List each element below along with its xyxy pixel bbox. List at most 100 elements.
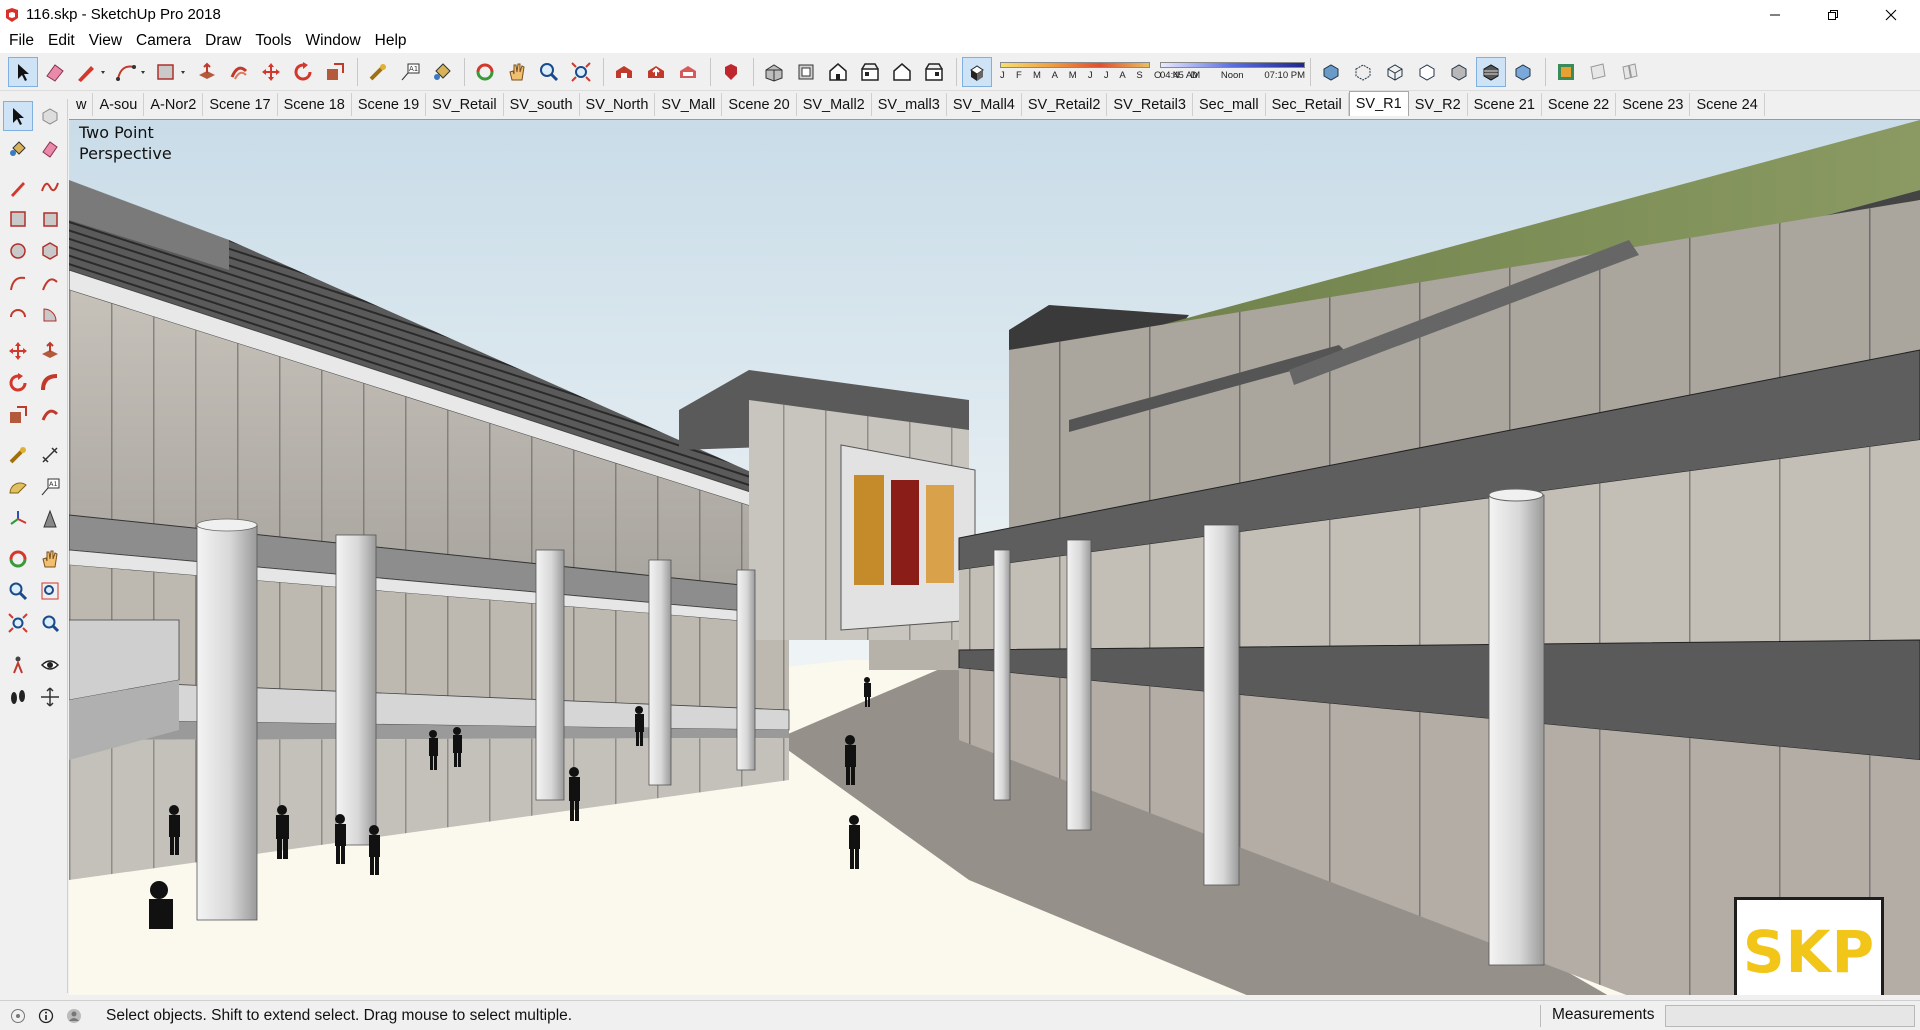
close-button[interactable] (1862, 0, 1920, 29)
scene-tab-sv-retail2[interactable]: SV_Retail2 (1022, 93, 1108, 116)
monochrome-style-button[interactable] (1508, 57, 1538, 87)
zoom-extents-button[interactable] (566, 57, 596, 87)
drawing-viewport[interactable]: Two Point Perspective SKP (69, 119, 1920, 995)
position-camera-tool[interactable] (3, 650, 33, 680)
walk-tool[interactable] (3, 682, 33, 712)
menu-view[interactable]: View (82, 29, 129, 53)
paint-bucket-tool[interactable] (3, 133, 33, 163)
extension-warehouse-button[interactable] (673, 57, 703, 87)
previous-view-tool[interactable] (35, 608, 65, 638)
left-view-button[interactable] (919, 57, 949, 87)
menu-draw[interactable]: Draw (198, 29, 248, 53)
rotate-tool[interactable] (3, 368, 33, 398)
protractor-tool[interactable] (3, 472, 33, 502)
credits-button[interactable] (36, 1006, 56, 1026)
scale-tool-button[interactable] (320, 57, 350, 87)
menu-edit[interactable]: Edit (41, 29, 82, 53)
rotate-tool-button[interactable] (288, 57, 318, 87)
tape-measure-button[interactable] (363, 57, 393, 87)
account-button[interactable] (64, 1006, 84, 1026)
right-view-button[interactable] (855, 57, 885, 87)
pie-tool[interactable] (35, 300, 65, 330)
arc-tool[interactable] (3, 268, 33, 298)
scene-tab-sv-mall4[interactable]: SV_Mall4 (947, 93, 1022, 116)
scene-tab-sv-mall2[interactable]: SV_Mall2 (797, 93, 872, 116)
axes-tool[interactable] (3, 504, 33, 534)
xray-style-button[interactable] (1316, 57, 1346, 87)
scene-tab-scene-24[interactable]: Scene 24 (1690, 93, 1765, 116)
minimize-button[interactable] (1746, 0, 1804, 29)
scene-tab-scene-22[interactable]: Scene 22 (1542, 93, 1617, 116)
section-plane-tool[interactable] (35, 682, 65, 712)
offset-tool-button[interactable] (224, 57, 254, 87)
3d-warehouse-button[interactable] (609, 57, 639, 87)
display-section-cuts-button[interactable] (1615, 57, 1645, 87)
shaded-style-button[interactable] (1444, 57, 1474, 87)
two-point-arc-tool[interactable] (35, 268, 65, 298)
pan-button[interactable] (502, 57, 532, 87)
scene-tab-sv-north[interactable]: SV_North (580, 93, 656, 116)
scene-tab-scene-17[interactable]: Scene 17 (203, 93, 278, 116)
hidden-line-style-button[interactable] (1412, 57, 1442, 87)
scene-tab-sv-south[interactable]: SV_south (504, 93, 580, 116)
move-tool-button[interactable] (256, 57, 286, 87)
text-tool[interactable]: A1 (35, 472, 65, 502)
geo-location-button[interactable] (8, 1006, 28, 1026)
scene-tab-scene-19[interactable]: Scene 19 (352, 93, 427, 116)
line-tool-button[interactable] (72, 57, 110, 87)
scene-tab-sv-retail[interactable]: SV_Retail (426, 93, 504, 116)
zoom-window-tool[interactable] (35, 576, 65, 606)
menu-file[interactable]: File (2, 29, 41, 53)
circle-tool[interactable] (3, 236, 33, 266)
arc-tool-button[interactable] (112, 57, 150, 87)
share-model-button[interactable] (641, 57, 671, 87)
rotated-rectangle-tool[interactable] (35, 204, 65, 234)
back-edges-style-button[interactable] (1348, 57, 1378, 87)
scene-tab-w[interactable]: w (70, 93, 94, 116)
tape-measure-tool[interactable] (3, 440, 33, 470)
select-tool-button[interactable] (8, 56, 38, 87)
measurements-input[interactable] (1665, 1005, 1915, 1027)
scene-tab-sv-mall[interactable]: SV_Mall (655, 93, 723, 116)
restore-button[interactable] (1804, 0, 1862, 29)
look-around-tool[interactable] (35, 650, 65, 680)
scene-tab-sv-retail3[interactable]: SV_Retail3 (1107, 93, 1193, 116)
shape-tool-button[interactable] (152, 57, 190, 87)
scene-tab-sv-mall3[interactable]: SV_mall3 (872, 93, 947, 116)
wireframe-style-button[interactable] (1380, 57, 1410, 87)
menu-tools[interactable]: Tools (248, 29, 298, 53)
rectangle-tool[interactable] (3, 204, 33, 234)
shadow-date-slider[interactable]: J F M A M J J A S O N D (1000, 57, 1198, 87)
scene-tab-scene-21[interactable]: Scene 21 (1468, 93, 1542, 116)
display-section-planes-button[interactable] (1583, 57, 1613, 87)
scene-tab-a-nor2[interactable]: A-Nor2 (144, 93, 204, 116)
shaded-textures-style-button[interactable] (1476, 56, 1506, 87)
pan-tool[interactable] (35, 544, 65, 574)
back-view-button[interactable] (887, 57, 917, 87)
extension-manager-button[interactable] (716, 57, 746, 87)
eraser-tool[interactable] (35, 133, 65, 163)
scene-tab-scene-20[interactable]: Scene 20 (722, 93, 797, 116)
scale-tool[interactable] (3, 400, 33, 430)
front-view-button[interactable] (823, 57, 853, 87)
three-point-arc-tool[interactable] (3, 300, 33, 330)
scene-tab-sv-r2[interactable]: SV_R2 (1409, 93, 1468, 116)
menu-camera[interactable]: Camera (129, 29, 198, 53)
orbit-tool[interactable] (3, 544, 33, 574)
iso-view-button[interactable] (759, 57, 789, 87)
polygon-tool[interactable] (35, 236, 65, 266)
top-view-button[interactable] (791, 57, 821, 87)
component-tool[interactable] (35, 101, 65, 131)
shadow-time-slider[interactable]: 04:45 AM Noon 07:10 PM (1160, 57, 1305, 87)
push-pull-tool[interactable] (35, 336, 65, 366)
zoom-tool[interactable] (3, 576, 33, 606)
scene-tab-a-sou[interactable]: A-sou (93, 93, 145, 116)
orbit-button[interactable] (470, 57, 500, 87)
freehand-tool[interactable] (35, 172, 65, 202)
move-tool[interactable] (3, 336, 33, 366)
menu-window[interactable]: Window (299, 29, 368, 53)
scene-tab-scene-18[interactable]: Scene 18 (278, 93, 352, 116)
line-tool[interactable] (3, 172, 33, 202)
zoom-extents-tool[interactable] (3, 608, 33, 638)
scene-tab-sv-r1[interactable]: SV_R1 (1348, 91, 1409, 116)
